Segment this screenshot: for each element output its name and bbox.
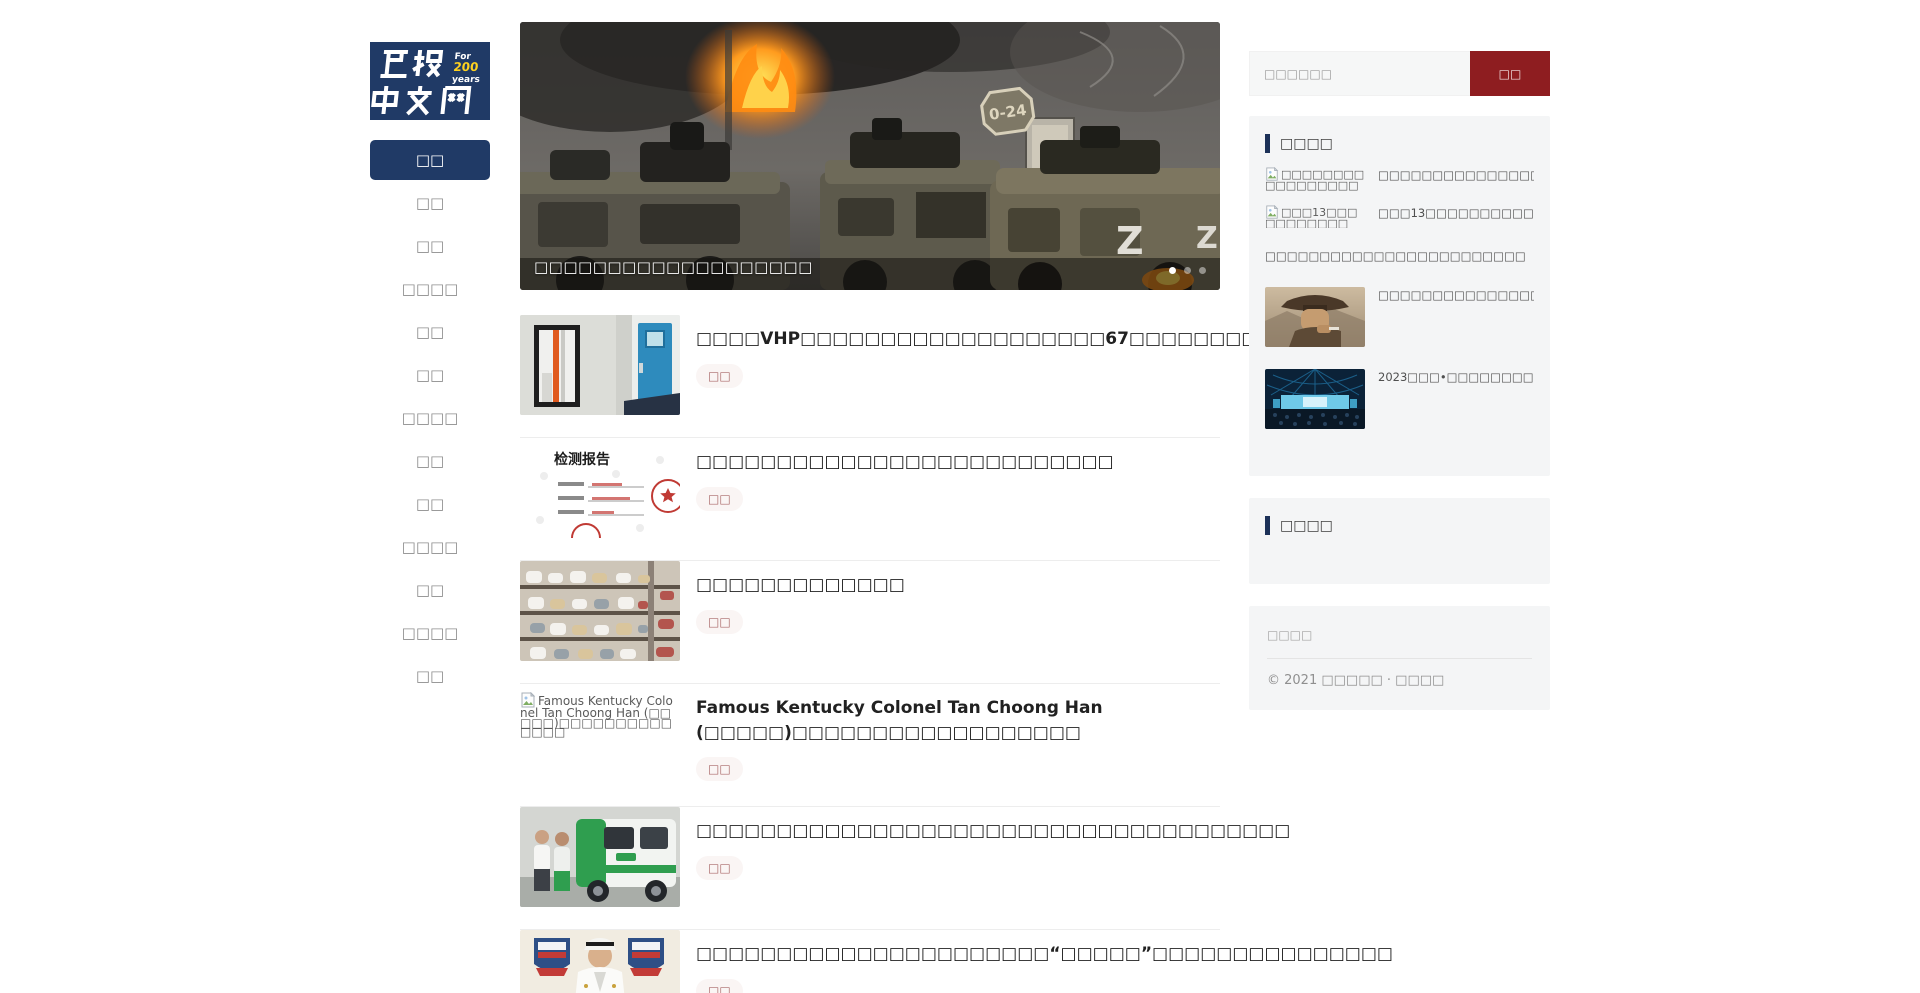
article-6-thumbnail[interactable]	[520, 930, 680, 993]
footer-divider	[1267, 658, 1532, 659]
nav-item-9[interactable]: □□	[370, 484, 490, 524]
section-accent-bar	[1265, 516, 1270, 535]
nav-item-5[interactable]: □□	[370, 312, 490, 352]
hot-item-2-broken-thumbnail: □□□13□□□□□□□□□□□	[1265, 205, 1365, 229]
hot-item-4-title[interactable]: □□□□□□□□□□□□□□□□: □□□□	[1378, 287, 1534, 304]
search-bar: □□	[1249, 51, 1550, 96]
hot-articles-panel: □□□□ □□□□□□□□□□□□□□□□□	[1249, 116, 1550, 476]
carousel-dot-1[interactable]	[1169, 267, 1176, 274]
main-content: 0-24	[520, 22, 1220, 290]
hero-carousel[interactable]: 0-24	[520, 22, 1220, 290]
hot-item-1-title[interactable]: □□□□□□□□□□□□□□□□□□□□□	[1378, 167, 1534, 184]
article-3-title[interactable]: □□□□□□□□□□□□□	[696, 573, 1220, 598]
site-logo-image: For 200 years	[370, 42, 490, 120]
hot-item-5[interactable]: 2023□□□•□□□□□□□□□□□	[1265, 369, 1534, 429]
hot-item-2-title[interactable]: □□□13□□□□□□□□□□□□□□□□□□□□	[1378, 205, 1534, 222]
article-1-title[interactable]: □□□□VHP□□□□□□□□□□□□□□□□□□□67□□□□□□□□□□	[696, 327, 1220, 352]
article-2-tag[interactable]: □□	[696, 487, 743, 511]
hero-image: 0-24	[520, 22, 1220, 290]
site-logo[interactable]: For 200 years	[370, 42, 490, 120]
article-5-tag[interactable]: □□	[696, 856, 743, 880]
article-row-5: □□□□□□□□□□□□□□□□□□□□□□□□□□□□□□□□□□□□□ □□	[520, 807, 1220, 930]
hot-item-1[interactable]: □□□□□□□□□□□□□□□□□ □□□□□□□□□□□□□□□□□□□□□	[1265, 167, 1534, 191]
article-4-title[interactable]: Famous Kentucky Colonel Tan Choong Han (…	[696, 696, 1220, 745]
nav-item-11[interactable]: □□	[370, 570, 490, 610]
hot-item-3[interactable]: □□□□□□□□□□□□□□□□□□□□□□□□	[1265, 248, 1534, 265]
article-4-broken-thumbnail[interactable]: Famous Kentucky Colonel Tan Choong Han (…	[520, 692, 680, 737]
nav-item-10[interactable]: □□□□	[370, 527, 490, 567]
article-1-thumbnail[interactable]	[520, 315, 680, 415]
recommend-title: □□□□	[1280, 518, 1333, 534]
nav-item-12[interactable]: □□□□	[370, 613, 490, 653]
hot-item-5-title[interactable]: 2023□□□•□□□□□□□□□□□	[1378, 369, 1534, 386]
carousel-dot-3[interactable]	[1199, 267, 1206, 274]
main-navigation: □□ □□ □□ □□□□ □□ □□ □□□□ □□ □□ □□□□ □□ □…	[370, 140, 490, 696]
hero-vehicle-z-marking-2: Z	[1196, 221, 1218, 256]
nav-item-8[interactable]: □□	[370, 441, 490, 481]
nav-item-3[interactable]: □□	[370, 226, 490, 266]
article-3-tag[interactable]: □□	[696, 610, 743, 634]
nav-item-2[interactable]: □□	[370, 183, 490, 223]
search-button[interactable]: □□	[1470, 51, 1550, 96]
logo-badge-years: years	[451, 75, 480, 85]
hot-item-5-thumbnail[interactable]	[1265, 369, 1365, 429]
article-5-thumbnail[interactable]	[520, 807, 680, 907]
cowboy-image	[1265, 287, 1365, 347]
article-row-3: □□□□□□□□□□□□□ □□	[520, 561, 1220, 684]
hot-item-2[interactable]: □□□13□□□□□□□□□□□ □□□13□□□□□□□□□□□□□□□□□□…	[1265, 205, 1534, 229]
hero-caption[interactable]: □□□□□□□□□□□□□□□□□□□	[534, 258, 813, 276]
left-sidebar: For 200 years □□ □□ □□ □□□□ □□ □□ □□□□ □…	[370, 42, 490, 699]
article-4-alt-text: Famous Kentucky Colonel Tan Choong Han (…	[520, 694, 673, 739]
article-1-tag[interactable]: □□	[696, 364, 743, 388]
nav-item-home[interactable]: □□	[370, 140, 490, 180]
carousel-dots	[1169, 267, 1206, 274]
nav-item-13[interactable]: □□	[370, 656, 490, 696]
footer-copyright: © 2021 □□□□□ · □□□□	[1267, 673, 1532, 688]
carousel-dot-2[interactable]	[1184, 267, 1191, 274]
recommend-header: □□□□	[1265, 516, 1534, 535]
section-accent-bar	[1265, 134, 1270, 153]
conference-hall-image	[1265, 369, 1365, 429]
footer-links[interactable]: □□□□	[1267, 628, 1532, 642]
footer-panel: □□□□ © 2021 □□□□□ · □□□□	[1249, 606, 1550, 710]
article-2-title[interactable]: □□□□□□□□□□□□□□□□□□□□□□□□□□	[696, 450, 1220, 475]
colonel-crest-image	[520, 930, 680, 993]
article-row-6: □□□□□□□□□□□□□□□□□□□□□□“□□□□□”□□□□□□□□□□□…	[520, 930, 1220, 993]
nav-item-7[interactable]: □□□□	[370, 398, 490, 438]
article-5-title[interactable]: □□□□□□□□□□□□□□□□□□□□□□□□□□□□□□□□□□□□□	[696, 819, 1220, 844]
report-title-text: 检测报告	[554, 451, 610, 468]
search-input[interactable]	[1249, 51, 1470, 96]
nav-item-6[interactable]: □□	[370, 355, 490, 395]
article-4-tag[interactable]: □□	[696, 757, 743, 781]
hot-articles-title: □□□□	[1280, 136, 1333, 152]
right-sidebar: □□ □□□□	[1249, 51, 1550, 710]
hot-item-3-title[interactable]: □□□□□□□□□□□□□□□□□□□□□□□□	[1265, 248, 1534, 265]
recommend-panel: □□□□	[1249, 498, 1550, 584]
article-6-tag[interactable]: □□	[696, 979, 743, 993]
inspection-report-image: 检测报告	[520, 438, 680, 538]
article-2-thumbnail[interactable]: 检测报告	[520, 438, 680, 538]
article-row-2: 检测报告	[520, 438, 1220, 561]
logo-badge-200: 200	[453, 60, 479, 74]
hot-articles-header: □□□□	[1265, 134, 1534, 153]
nav-item-4[interactable]: □□□□	[370, 269, 490, 309]
hot-item-4[interactable]: □□□□□□□□□□□□□□□□: □□□□	[1265, 287, 1534, 347]
article-6-title[interactable]: □□□□□□□□□□□□□□□□□□□□□□“□□□□□”□□□□□□□□□□□…	[696, 942, 1220, 967]
shoe-store-image	[520, 561, 680, 661]
hot-item-1-alt-text: □□□□□□□□□□□□□□□□□	[1265, 168, 1364, 191]
page-root: For 200 years □□ □□ □□ □□□□ □□ □□ □□□□ □…	[0, 0, 1920, 993]
article-row-4: Famous Kentucky Colonel Tan Choong Han (…	[520, 684, 1220, 807]
article-row-1: □□□□VHP□□□□□□□□□□□□□□□□□□□67□□□□□□□□□□ □…	[520, 315, 1220, 438]
hot-item-1-broken-thumbnail: □□□□□□□□□□□□□□□□□	[1265, 167, 1365, 191]
hot-item-4-thumbnail[interactable]	[1265, 287, 1365, 347]
hero-vehicle-z-marking: Z	[1116, 219, 1144, 263]
article-3-thumbnail[interactable]	[520, 561, 680, 661]
door-room-image	[520, 315, 680, 415]
green-van-image	[520, 807, 680, 907]
